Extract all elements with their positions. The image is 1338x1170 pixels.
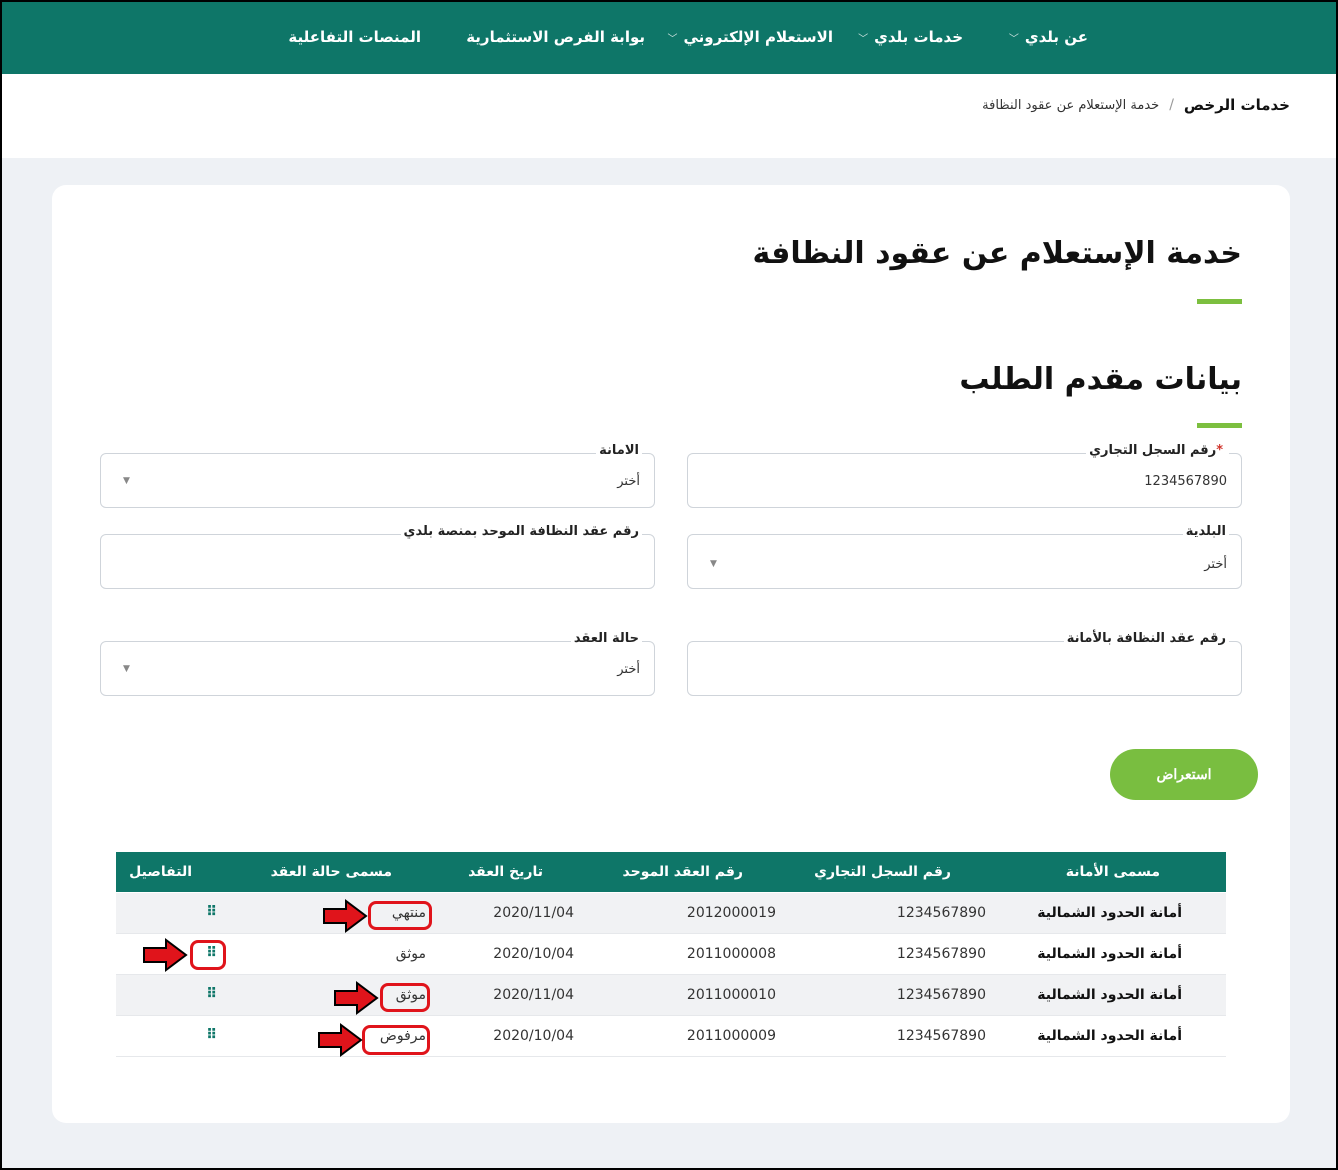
chevron-down-icon: ﹀ [1008, 33, 1019, 45]
details-grid-icon[interactable]: ⠿ [206, 986, 217, 1002]
municipality-value: أختر [1204, 557, 1227, 572]
status-text: موثق [395, 946, 426, 962]
chevron-down-icon: ﹀ [667, 33, 678, 45]
top-navbar: عن بلدي ﹀ خدمات بلدي ﹀ الاستعلام الإلكترون… [0, 0, 1338, 74]
header-amanah: مسمى الأمانة [1065, 864, 1160, 880]
breadcrumb-current: خدمة الإستعلام عن عقود النظافة [982, 97, 1160, 113]
header-details: التفاصيل [129, 864, 192, 880]
details-grid-icon[interactable]: ⠿ [206, 945, 217, 961]
nav-item-e-inquiry[interactable]: الاستعلام الإلكتروني ﹀ [667, 28, 833, 46]
section-underline [1197, 423, 1242, 428]
breadcrumb-root[interactable]: خدمات الرخص [1184, 96, 1290, 114]
status-text: موثق [395, 987, 426, 1003]
municipality-select[interactable]: البلدية أختر ▼ [687, 524, 1242, 589]
amanah-label: الامانة [596, 443, 642, 458]
view-button[interactable]: استعراض [1110, 749, 1258, 800]
contract-status-value: أختر [617, 662, 640, 677]
table-row: أمانة الحدود الشمالية 1234567890 2012000… [116, 893, 1226, 934]
red-arrow-icon [318, 1023, 363, 1057]
chevron-down-icon: ﹀ [858, 33, 869, 45]
status-text: مرفوض [379, 1028, 426, 1044]
dropdown-caret-icon: ▼ [123, 664, 130, 674]
header-contract-date: تاريخ العقد [468, 864, 543, 880]
nav-item-services[interactable]: خدمات بلدي ﹀ [858, 28, 963, 46]
amanah-contract-input[interactable]: رقم عقد النظافة بالأمانة [687, 631, 1242, 696]
cr-number-field[interactable]: *رقم السجل التجاري 1234567890 [687, 443, 1242, 508]
details-grid-icon[interactable]: ⠿ [206, 1027, 217, 1043]
unified-contract-label: رقم عقد النظافة الموحد بمنصة بلدي [400, 524, 642, 539]
red-arrow-icon [143, 938, 188, 972]
page-title: خدمة الإستعلام عن عقود النظافة [752, 236, 1242, 271]
details-grid-icon[interactable]: ⠿ [206, 904, 217, 920]
table-header: مسمى الأمانة رقم السجل التجاري رقم العقد… [116, 852, 1226, 892]
contract-status-select[interactable]: حالة العقد أختر ▼ [100, 631, 655, 696]
required-mark: * [1216, 443, 1223, 458]
cr-number-value: 1234567890 [1144, 474, 1227, 489]
cr-number-label: رقم السجل التجاري [1089, 443, 1217, 458]
title-underline [1197, 299, 1242, 304]
status-text: منتهي [391, 905, 426, 921]
unified-contract-input[interactable]: رقم عقد النظافة الموحد بمنصة بلدي [100, 524, 655, 589]
header-contract-status: مسمى حالة العقد [270, 864, 392, 880]
table-row: أمانة الحدود الشمالية 1234567890 2011000… [116, 1016, 1226, 1057]
amanah-contract-label: رقم عقد النظافة بالأمانة [1063, 631, 1229, 646]
amanah-value: أختر [617, 474, 640, 489]
amanah-select[interactable]: الامانة أختر ▼ [100, 443, 655, 508]
breadcrumb-separator: / [1169, 97, 1174, 113]
nav-item-investment[interactable]: بوابة الفرص الاستثمارية [466, 28, 645, 46]
header-cr-number: رقم السجل التجاري [814, 864, 951, 880]
table-row: أمانة الحدود الشمالية 1234567890 2011000… [116, 934, 1226, 975]
dropdown-caret-icon: ▼ [710, 559, 717, 569]
table-row: أمانة الحدود الشمالية 1234567890 2011000… [116, 975, 1226, 1016]
section-title: بيانات مقدم الطلب [959, 362, 1242, 397]
dropdown-caret-icon: ▼ [123, 476, 130, 486]
red-arrow-icon [323, 899, 368, 933]
nav-item-about[interactable]: عن بلدي ﹀ [1009, 28, 1088, 46]
nav-item-platforms[interactable]: المنصات التفاعلية [288, 28, 421, 46]
red-arrow-icon [334, 981, 379, 1015]
municipality-label: البلدية [1182, 524, 1229, 539]
breadcrumb: خدمات الرخص / خدمة الإستعلام عن عقود الن… [982, 96, 1290, 114]
header-unified-contract: رقم العقد الموحد [622, 864, 743, 880]
contract-status-label: حالة العقد [570, 631, 642, 646]
